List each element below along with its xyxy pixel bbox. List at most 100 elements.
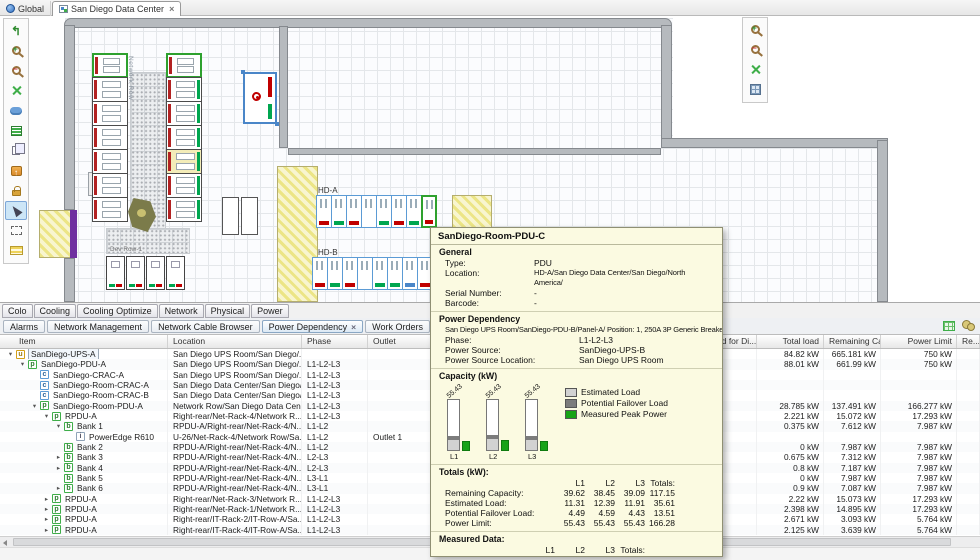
column-header-Phase[interactable]: Phase xyxy=(302,335,368,348)
panel-tab-network-cable-browser[interactable]: Network Cable Browser xyxy=(151,320,260,333)
item-name[interactable]: SanDiego-PDU-A xyxy=(40,359,107,369)
item-name[interactable]: RPDU-A xyxy=(64,525,98,535)
zoom-out-icon[interactable] xyxy=(5,61,27,80)
selected-rack[interactable] xyxy=(421,195,437,228)
tab-global[interactable]: Global xyxy=(0,1,51,16)
rack[interactable] xyxy=(342,257,358,290)
lock-icon[interactable] xyxy=(5,181,27,200)
rack[interactable] xyxy=(166,77,202,102)
expand-arrow-icon[interactable]: ▸ xyxy=(54,464,63,472)
expand-arrow-icon[interactable]: ▸ xyxy=(42,505,51,513)
item-name[interactable]: SanDiego-Room-PDU-A xyxy=(52,401,144,411)
crac-unit[interactable] xyxy=(222,197,239,235)
item-name[interactable]: SanDiego-CRAC-A xyxy=(52,370,125,380)
view-tab-physical[interactable]: Physical xyxy=(205,304,251,318)
item-name[interactable]: SanDiego-Room-CRAC-A xyxy=(52,380,150,390)
item-name[interactable]: RPDU-A xyxy=(64,504,98,514)
expand-arrow-icon[interactable]: ▸ xyxy=(54,484,63,492)
rack[interactable] xyxy=(166,149,202,174)
rack[interactable] xyxy=(331,195,347,228)
zoom-in-icon[interactable] xyxy=(5,41,27,60)
collapse-arrow-icon[interactable]: ▾ xyxy=(42,412,51,420)
rack[interactable] xyxy=(92,149,128,174)
rack[interactable] xyxy=(387,257,403,290)
zoom-in-icon[interactable] xyxy=(744,20,766,39)
rack[interactable] xyxy=(166,256,185,290)
column-header-Power Limit[interactable]: Power Limit xyxy=(881,335,957,348)
item-name[interactable]: RPDU-A xyxy=(64,411,98,421)
marquee-select-icon[interactable] xyxy=(5,221,27,240)
rack[interactable] xyxy=(316,195,332,228)
rack[interactable] xyxy=(126,256,145,290)
expand-arrow-icon[interactable]: ▸ xyxy=(42,495,51,503)
item-name[interactable]: SanDiego-UPS-A xyxy=(28,349,99,359)
rack[interactable] xyxy=(92,77,128,102)
rack[interactable] xyxy=(106,256,125,290)
copy-icon[interactable] xyxy=(5,141,27,160)
column-header-Outlet[interactable]: Outlet xyxy=(368,335,432,348)
item-name[interactable]: Bank 4 xyxy=(76,463,104,473)
rack[interactable] xyxy=(402,257,418,290)
gears-icon[interactable] xyxy=(962,320,975,331)
item-name[interactable]: SanDiego-Room-CRAC-B xyxy=(52,390,150,400)
panel-tab-work-orders[interactable]: Work Orders xyxy=(365,320,430,333)
panel-tab-network-management[interactable]: Network Management xyxy=(47,320,149,333)
rack[interactable] xyxy=(146,256,165,290)
panel-tab-power-dependency[interactable]: Power Dependency× xyxy=(262,320,364,333)
rack[interactable] xyxy=(357,257,373,290)
item-name[interactable]: Bank 6 xyxy=(76,483,104,493)
rack[interactable] xyxy=(166,53,202,78)
rack[interactable] xyxy=(406,195,422,228)
minimap-icon[interactable] xyxy=(744,80,766,99)
item-name[interactable]: Bank 5 xyxy=(76,473,104,483)
column-header-Item[interactable]: ˆItem xyxy=(0,335,168,348)
rack[interactable] xyxy=(327,257,343,290)
grid-view-icon[interactable] xyxy=(943,321,955,331)
pan-icon[interactable] xyxy=(5,101,27,120)
column-header-Re...[interactable]: Re... xyxy=(957,335,980,348)
layers-icon[interactable] xyxy=(5,121,27,140)
table-view-icon[interactable] xyxy=(5,241,27,260)
view-tab-power[interactable]: Power xyxy=(251,304,289,318)
rack[interactable] xyxy=(92,125,128,150)
rack[interactable] xyxy=(166,173,202,198)
fit-view-icon[interactable] xyxy=(744,60,766,79)
panel-tab-alarms[interactable]: Alarms xyxy=(3,320,45,333)
expand-arrow-icon[interactable]: ▸ xyxy=(54,453,63,461)
crac-unit[interactable] xyxy=(241,197,258,235)
item-name[interactable]: Bank 2 xyxy=(76,442,104,452)
item-name[interactable]: RPDU-A xyxy=(64,494,98,504)
rack[interactable] xyxy=(166,125,202,150)
zoom-out-icon[interactable] xyxy=(744,40,766,59)
rack[interactable] xyxy=(92,173,128,198)
collapse-arrow-icon[interactable]: ▾ xyxy=(18,360,27,368)
view-tab-cooling[interactable]: Cooling xyxy=(34,304,77,318)
column-header-Location[interactable]: Location xyxy=(168,335,302,348)
rack[interactable] xyxy=(92,197,128,222)
collapse-arrow-icon[interactable]: ▾ xyxy=(6,350,15,358)
rack[interactable] xyxy=(166,197,202,222)
select-cursor-icon[interactable] xyxy=(5,201,27,220)
rack[interactable] xyxy=(361,195,377,228)
close-icon[interactable]: × xyxy=(351,322,356,332)
rack[interactable] xyxy=(312,257,328,290)
rack[interactable] xyxy=(92,101,128,126)
expand-arrow-icon[interactable]: ▸ xyxy=(42,515,51,523)
expand-arrow-icon[interactable]: ▸ xyxy=(42,526,51,534)
item-name[interactable]: PowerEdge R610 xyxy=(88,432,155,442)
scroll-left-icon[interactable] xyxy=(3,540,7,546)
rack[interactable] xyxy=(376,195,392,228)
close-icon[interactable]: × xyxy=(169,4,174,14)
rack[interactable] xyxy=(391,195,407,228)
rack[interactable] xyxy=(92,53,128,78)
item-name[interactable]: RPDU-A xyxy=(64,514,98,524)
rack[interactable] xyxy=(166,101,202,126)
tab-san-diego-data-center[interactable]: San Diego Data Center × xyxy=(52,1,181,16)
fit-view-icon[interactable] xyxy=(5,81,27,100)
rack[interactable] xyxy=(346,195,362,228)
collapse-arrow-icon[interactable]: ▾ xyxy=(30,402,39,410)
column-header-Remaining Ca...[interactable]: Remaining Ca... xyxy=(824,335,881,348)
item-name[interactable]: Bank 1 xyxy=(76,421,104,431)
rack[interactable] xyxy=(372,257,388,290)
view-tab-colo[interactable]: Colo xyxy=(2,304,33,318)
